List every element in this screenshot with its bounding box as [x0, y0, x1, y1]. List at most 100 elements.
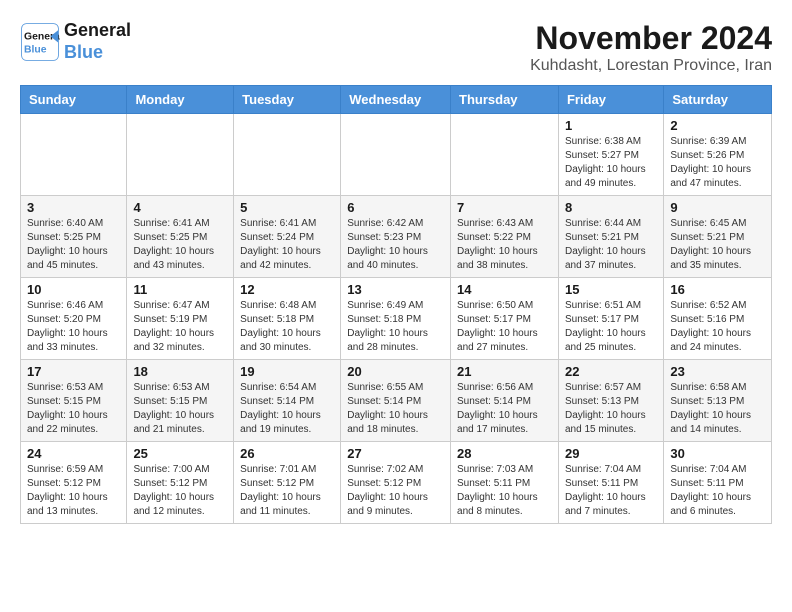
day-info: Sunrise: 6:53 AM Sunset: 5:15 PM Dayligh… — [27, 381, 120, 437]
calendar-cell: 1 Sunrise: 6:38 AM Sunset: 5:27 PM Daylig… — [558, 114, 663, 196]
day-info: Sunrise: 6:45 AM Sunset: 5:21 PM Dayligh… — [670, 217, 765, 273]
column-header-sunday: Sunday — [21, 86, 127, 114]
day-number: 30 — [670, 446, 765, 461]
calendar-cell: 4Sunrise: 6:41 AM Sunset: 5:25 PM Daylig… — [127, 196, 234, 278]
calendar-week-4: 17 Sunrise: 6:53 AM Sunset: 5:15 PM Dayli… — [21, 360, 772, 442]
calendar-cell: 3Sunrise: 6:40 AM Sunset: 5:25 PM Daylig… — [21, 196, 127, 278]
calendar-cell: 22 Sunrise: 6:57 AM Sunset: 5:13 PM Dayli… — [558, 360, 663, 442]
day-number: 23 — [670, 364, 765, 379]
calendar-body: 1 Sunrise: 6:38 AM Sunset: 5:27 PM Daylig… — [21, 114, 772, 524]
calendar-cell: 6Sunrise: 6:42 AM Sunset: 5:23 PM Daylig… — [341, 196, 451, 278]
day-info: Sunrise: 6:41 AM Sunset: 5:25 PM Dayligh… — [133, 217, 227, 273]
calendar-cell: 24 Sunrise: 6:59 AM Sunset: 5:12 PM Dayli… — [21, 442, 127, 524]
calendar-cell: 28 Sunrise: 7:03 AM Sunset: 5:11 PM Dayli… — [451, 442, 559, 524]
column-header-saturday: Saturday — [664, 86, 772, 114]
calendar-cell: 23 Sunrise: 6:58 AM Sunset: 5:13 PM Dayli… — [664, 360, 772, 442]
day-info: Sunrise: 6:47 AM Sunset: 5:19 PM Dayligh… — [133, 299, 227, 355]
day-info: Sunrise: 6:39 AM Sunset: 5:26 PM Dayligh… — [670, 135, 765, 191]
calendar-cell: 20 Sunrise: 6:55 AM Sunset: 5:14 PM Dayli… — [341, 360, 451, 442]
calendar-cell: 5 Sunrise: 6:41 AM Sunset: 5:24 PM Daylig… — [234, 196, 341, 278]
day-info: Sunrise: 6:57 AM Sunset: 5:13 PM Dayligh… — [565, 381, 657, 437]
calendar-cell: 26Sunrise: 7:01 AM Sunset: 5:12 PM Dayli… — [234, 442, 341, 524]
day-number: 26 — [240, 446, 334, 461]
calendar-cell: 30Sunrise: 7:04 AM Sunset: 5:11 PM Dayli… — [664, 442, 772, 524]
calendar-cell: 11 Sunrise: 6:47 AM Sunset: 5:19 PM Dayli… — [127, 278, 234, 360]
day-number: 25 — [133, 446, 227, 461]
day-number: 22 — [565, 364, 657, 379]
calendar-cell: 13 Sunrise: 6:49 AM Sunset: 5:18 PM Dayli… — [341, 278, 451, 360]
calendar-cell: 9 Sunrise: 6:45 AM Sunset: 5:21 PM Daylig… — [664, 196, 772, 278]
page-subtitle: Kuhdasht, Lorestan Province, Iran — [530, 57, 772, 75]
day-number: 14 — [457, 282, 552, 297]
calendar-cell — [451, 114, 559, 196]
day-info: Sunrise: 6:49 AM Sunset: 5:18 PM Dayligh… — [347, 299, 444, 355]
calendar-week-1: 1 Sunrise: 6:38 AM Sunset: 5:27 PM Daylig… — [21, 114, 772, 196]
calendar-cell: 27 Sunrise: 7:02 AM Sunset: 5:12 PM Dayli… — [341, 442, 451, 524]
calendar-cell: 7 Sunrise: 6:43 AM Sunset: 5:22 PM Daylig… — [451, 196, 559, 278]
column-header-wednesday: Wednesday — [341, 86, 451, 114]
day-info: Sunrise: 6:48 AM Sunset: 5:18 PM Dayligh… — [240, 299, 334, 355]
day-number: 5 — [240, 200, 334, 215]
day-info: Sunrise: 6:55 AM Sunset: 5:14 PM Dayligh… — [347, 381, 444, 437]
day-info: Sunrise: 6:41 AM Sunset: 5:24 PM Dayligh… — [240, 217, 334, 273]
calendar-cell — [127, 114, 234, 196]
day-number: 7 — [457, 200, 552, 215]
calendar-week-5: 24 Sunrise: 6:59 AM Sunset: 5:12 PM Dayli… — [21, 442, 772, 524]
column-header-friday: Friday — [558, 86, 663, 114]
day-number: 15 — [565, 282, 657, 297]
column-header-monday: Monday — [127, 86, 234, 114]
day-info: Sunrise: 6:38 AM Sunset: 5:27 PM Dayligh… — [565, 135, 657, 191]
day-info: Sunrise: 6:52 AM Sunset: 5:16 PM Dayligh… — [670, 299, 765, 355]
day-number: 16 — [670, 282, 765, 297]
calendar-cell: 2 Sunrise: 6:39 AM Sunset: 5:26 PM Daylig… — [664, 114, 772, 196]
calendar-cell: 17 Sunrise: 6:53 AM Sunset: 5:15 PM Dayli… — [21, 360, 127, 442]
calendar-cell: 14 Sunrise: 6:50 AM Sunset: 5:17 PM Dayli… — [451, 278, 559, 360]
calendar-cell: 8Sunrise: 6:44 AM Sunset: 5:21 PM Daylig… — [558, 196, 663, 278]
day-info: Sunrise: 6:51 AM Sunset: 5:17 PM Dayligh… — [565, 299, 657, 355]
calendar-cell: 29 Sunrise: 7:04 AM Sunset: 5:11 PM Dayli… — [558, 442, 663, 524]
day-info: Sunrise: 7:03 AM Sunset: 5:11 PM Dayligh… — [457, 463, 552, 519]
calendar-cell: 15 Sunrise: 6:51 AM Sunset: 5:17 PM Dayli… — [558, 278, 663, 360]
day-number: 29 — [565, 446, 657, 461]
day-number: 24 — [27, 446, 120, 461]
day-info: Sunrise: 6:59 AM Sunset: 5:12 PM Dayligh… — [27, 463, 120, 519]
day-number: 13 — [347, 282, 444, 297]
calendar-cell: 25Sunrise: 7:00 AM Sunset: 5:12 PM Dayli… — [127, 442, 234, 524]
day-info: Sunrise: 6:50 AM Sunset: 5:17 PM Dayligh… — [457, 299, 552, 355]
day-number: 28 — [457, 446, 552, 461]
day-info: Sunrise: 7:02 AM Sunset: 5:12 PM Dayligh… — [347, 463, 444, 519]
calendar-cell: 18Sunrise: 6:53 AM Sunset: 5:15 PM Dayli… — [127, 360, 234, 442]
day-number: 2 — [670, 118, 765, 133]
column-header-thursday: Thursday — [451, 86, 559, 114]
logo: General Blue General Blue — [20, 20, 131, 63]
day-number: 17 — [27, 364, 120, 379]
day-info: Sunrise: 6:54 AM Sunset: 5:14 PM Dayligh… — [240, 381, 334, 437]
calendar-cell — [234, 114, 341, 196]
day-info: Sunrise: 6:46 AM Sunset: 5:20 PM Dayligh… — [27, 299, 120, 355]
day-number: 11 — [133, 282, 227, 297]
svg-text:Blue: Blue — [24, 44, 47, 55]
day-info: Sunrise: 6:53 AM Sunset: 5:15 PM Dayligh… — [133, 381, 227, 437]
calendar-header: SundayMondayTuesdayWednesdayThursdayFrid… — [21, 86, 772, 114]
day-number: 10 — [27, 282, 120, 297]
day-number: 27 — [347, 446, 444, 461]
title-section: November 2024 Kuhdasht, Lorestan Provinc… — [530, 20, 772, 75]
day-info: Sunrise: 6:40 AM Sunset: 5:25 PM Dayligh… — [27, 217, 120, 273]
calendar-cell: 12 Sunrise: 6:48 AM Sunset: 5:18 PM Dayli… — [234, 278, 341, 360]
day-info: Sunrise: 6:58 AM Sunset: 5:13 PM Dayligh… — [670, 381, 765, 437]
calendar-week-2: 3Sunrise: 6:40 AM Sunset: 5:25 PM Daylig… — [21, 196, 772, 278]
column-header-tuesday: Tuesday — [234, 86, 341, 114]
day-number: 19 — [240, 364, 334, 379]
day-number: 12 — [240, 282, 334, 297]
day-info: Sunrise: 6:44 AM Sunset: 5:21 PM Dayligh… — [565, 217, 657, 273]
day-info: Sunrise: 6:42 AM Sunset: 5:23 PM Dayligh… — [347, 217, 444, 273]
day-info: Sunrise: 7:04 AM Sunset: 5:11 PM Dayligh… — [565, 463, 657, 519]
calendar-cell — [21, 114, 127, 196]
logo-text: General Blue — [64, 20, 131, 63]
day-number: 1 — [565, 118, 657, 133]
day-number: 20 — [347, 364, 444, 379]
day-number: 9 — [670, 200, 765, 215]
day-number: 21 — [457, 364, 552, 379]
day-info: Sunrise: 6:43 AM Sunset: 5:22 PM Dayligh… — [457, 217, 552, 273]
header-row: SundayMondayTuesdayWednesdayThursdayFrid… — [21, 86, 772, 114]
